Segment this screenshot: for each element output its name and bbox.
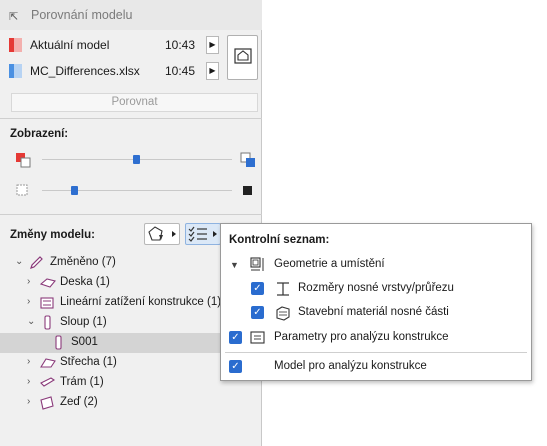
open-3d-view-button[interactable]: [227, 35, 258, 80]
checklist-item-parameters[interactable]: ✓ Parametry pro analýzu konstrukce: [221, 327, 531, 349]
chevron-down-icon[interactable]: ⌄: [15, 256, 23, 267]
tree-label: Zeď (2): [60, 396, 98, 408]
model-row-current: Aktuální model 10:43 ▶: [9, 35, 219, 57]
checklist-label: Stavební materiál nosné části: [298, 306, 449, 318]
display-label: Zobrazení:: [10, 128, 69, 140]
display-slider-2-thumb[interactable]: [71, 186, 78, 195]
checklist-popup: Kontrolní seznam: ▼ Geometrie a umístění…: [220, 223, 532, 381]
tree-node-wall[interactable]: › Zeď (2): [0, 393, 262, 413]
checklist-title: Kontrolní seznam:: [229, 234, 330, 246]
house-view-icon: [234, 48, 252, 64]
line-load-icon: [40, 297, 54, 309]
tree-label: Lineární zatížení konstrukce (1): [60, 296, 222, 308]
checklist-label: Geometrie a umístění: [274, 258, 385, 270]
slab-icon: [39, 278, 56, 288]
material-icon: [276, 306, 290, 321]
checkbox-checked[interactable]: ✓: [251, 282, 264, 295]
checklist-label: Parametry pro analýzu konstrukce: [274, 331, 449, 343]
beam-icon: [40, 377, 56, 387]
tree-label: Deska (1): [60, 276, 110, 288]
checklist-icon: [188, 226, 217, 242]
wall-icon: [40, 396, 54, 410]
model-menu-button[interactable]: ▶: [206, 36, 219, 54]
tree-label: Změněno (7): [50, 256, 116, 268]
transparency-dark-icon: [243, 186, 252, 195]
compare-button[interactable]: Porovnat: [11, 93, 258, 112]
collapse-arrow-icon[interactable]: ⇱: [9, 10, 18, 23]
tree-label: S001: [71, 336, 98, 348]
divider: [0, 118, 262, 119]
checklist-item-dimensions[interactable]: ✓ Rozměry nosné vrstvy/průřezu: [221, 278, 531, 300]
column-icon: [55, 335, 62, 350]
color-overlay-blue-icon: [240, 152, 255, 167]
model-color-swatch: [9, 64, 22, 78]
model-menu-button[interactable]: ▶: [206, 62, 219, 80]
element-filter-icon: [148, 226, 176, 241]
tree-label: Trám (1): [60, 376, 104, 388]
model-changes-label: Změny modelu:: [10, 229, 95, 241]
checkbox-checked[interactable]: ✓: [229, 360, 242, 373]
model-name: MC_Differences.xlsx: [30, 64, 140, 78]
tree-label: Sloup (1): [60, 316, 107, 328]
model-row-compared: MC_Differences.xlsx 10:45 ▶: [9, 61, 219, 83]
color-overlay-red-icon: [16, 153, 31, 168]
chevron-down-icon[interactable]: ⌄: [27, 316, 35, 327]
title-bar: ⇱ Porovnání modelu: [0, 0, 262, 30]
checklist-item-analysis-model[interactable]: ✓ Model pro analýzu konstrukce: [221, 356, 531, 378]
model-time: 10:45: [164, 64, 195, 78]
tree-label: Střecha (1): [60, 356, 117, 368]
display-slider-1-thumb[interactable]: [133, 155, 140, 164]
dimension-icon: [277, 282, 289, 296]
divider: [225, 352, 527, 353]
chevron-right-icon[interactable]: ›: [27, 296, 30, 307]
window-title: Porovnání modelu: [31, 8, 133, 22]
transparency-light-icon: [16, 184, 28, 196]
column-icon: [44, 315, 51, 330]
chevron-right-icon[interactable]: ›: [27, 396, 30, 407]
checkbox-checked[interactable]: ✓: [229, 331, 242, 344]
parameters-icon: [250, 331, 265, 344]
checkbox-checked[interactable]: ✓: [251, 306, 264, 319]
model-time: 10:43: [164, 38, 195, 52]
filter-elements-button[interactable]: [144, 223, 180, 245]
checklist-item-material[interactable]: ✓ Stavební materiál nosné části: [221, 302, 531, 324]
chevron-down-icon[interactable]: ▼: [230, 260, 239, 270]
chevron-right-icon[interactable]: ›: [27, 376, 30, 387]
checklist-label: Model pro analýzu konstrukce: [274, 360, 427, 372]
checklist-item-geometry[interactable]: ▼ Geometrie a umístění: [221, 254, 531, 276]
chevron-right-icon[interactable]: ›: [27, 276, 30, 287]
pencil-icon: [30, 256, 43, 269]
chevron-right-icon[interactable]: ›: [27, 356, 30, 367]
checklist-button[interactable]: [185, 223, 221, 245]
model-color-swatch: [9, 38, 22, 52]
geometry-icon: [250, 257, 264, 271]
roof-icon: [40, 358, 56, 368]
checklist-label: Rozměry nosné vrstvy/průřezu: [298, 282, 454, 294]
model-name: Aktuální model: [30, 38, 110, 52]
divider: [0, 214, 262, 215]
